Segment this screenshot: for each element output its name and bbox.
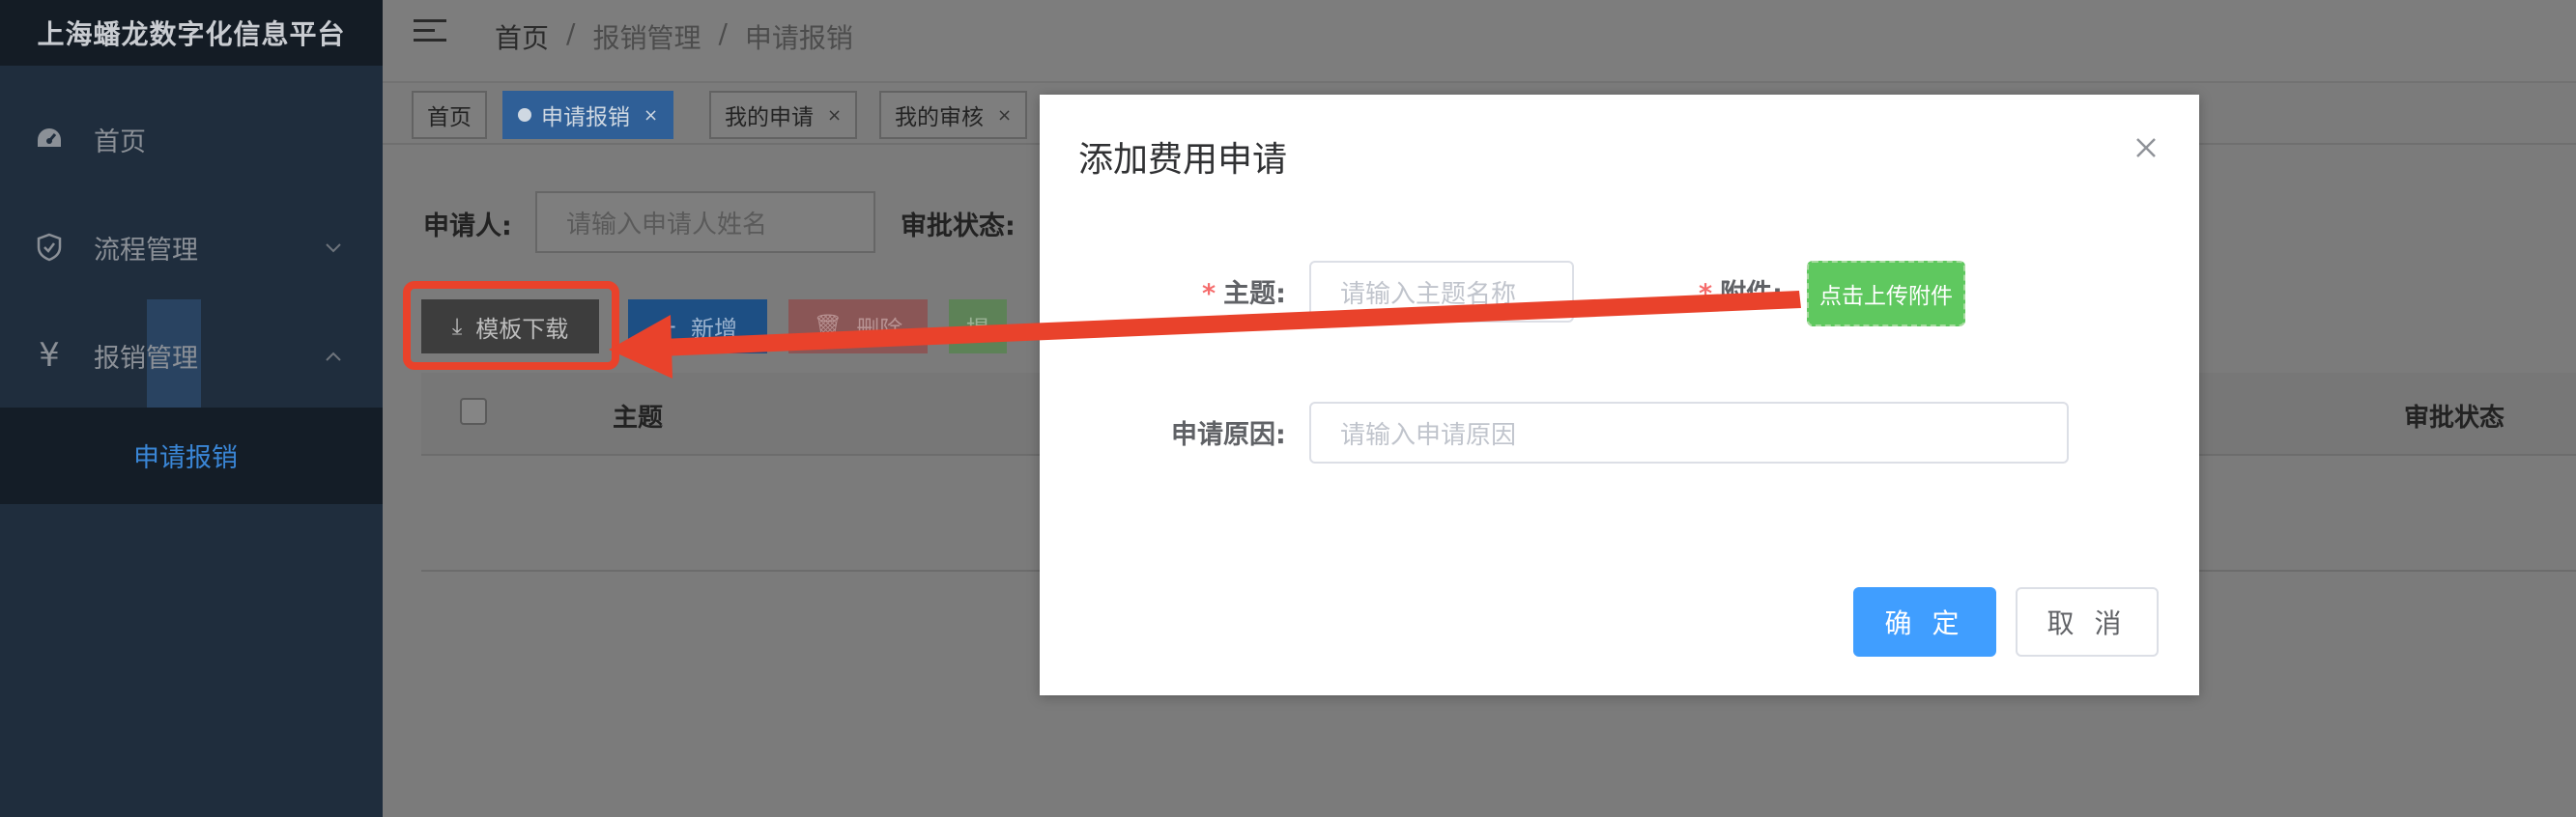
submit-button[interactable]: 提 (949, 299, 1007, 353)
tag-label: 我的审核 (895, 105, 984, 130)
confirm-button[interactable]: 确 定 (1853, 587, 1996, 657)
breadcrumb-item-home[interactable]: 首页 (495, 17, 549, 56)
add-expense-dialog: 添加费用申请 * 主题: 请输入主题名称 * 附件: 点击上传附件 申请原因: 请输… (1040, 95, 2199, 695)
close-icon[interactable]: × (997, 105, 1012, 126)
yen-icon: ¥ (39, 336, 60, 375)
dashboard-icon (33, 123, 66, 155)
close-icon[interactable] (2132, 133, 2161, 162)
reason-input[interactable]: 请输入申请原因 (1309, 402, 2069, 464)
close-icon[interactable]: × (827, 105, 842, 126)
sidebar-item-process[interactable]: 流程管理 (0, 209, 383, 286)
chevron-up-icon (325, 344, 342, 367)
sidebar-item-label: 流程管理 (94, 235, 198, 266)
submenu-item-apply-reimbursement[interactable]: 申请报销 (133, 437, 238, 474)
tag-label: 首页 (427, 105, 472, 130)
applicant-label: 申请人: (423, 211, 512, 241)
subject-input[interactable]: 请输入主题名称 (1309, 261, 1574, 323)
annotation-highlight-box (403, 281, 619, 370)
close-icon[interactable]: × (644, 105, 658, 126)
attachment-label-text: 附件: (1720, 279, 1783, 309)
sidebar-item-label: 首页 (94, 127, 146, 157)
status-label: 审批状态: (901, 211, 1016, 241)
tag-apply-reimbursement[interactable]: 申请报销 × (502, 91, 674, 139)
tag-label: 我的申请 (725, 105, 814, 130)
sidebar-item-reimbursement[interactable]: ¥ 报销管理 (0, 317, 383, 394)
app-logo: 上海蟠龙数字化信息平台 (0, 0, 383, 66)
trash-icon: 🗑 (813, 313, 844, 340)
tag-label: 申请报销 (541, 105, 630, 130)
button-label: 新增 (691, 315, 738, 343)
tag-home[interactable]: 首页 (412, 91, 487, 139)
breadcrumb-item-reimbursement[interactable]: 报销管理 (592, 17, 701, 56)
submenu: 申请报销 (0, 408, 383, 504)
hamburger-icon[interactable] (414, 19, 448, 48)
upload-attachment-button[interactable]: 点击上传附件 (1807, 261, 1965, 326)
sidebar-item-label: 报销管理 (94, 343, 198, 374)
required-asterisk: * (1202, 279, 1216, 309)
add-button[interactable]: + 新增 (628, 299, 767, 353)
active-dot-icon (518, 108, 531, 122)
delete-button[interactable]: 🗑 删除 (788, 299, 928, 353)
subject-label-text: 主题: (1223, 279, 1286, 309)
breadcrumb: 首页 / 报销管理 / 申请报销 (495, 17, 853, 56)
subject-label: * 主题: (1202, 272, 1286, 310)
attachment-label: * 附件: (1699, 272, 1783, 310)
column-header-status: 审批状态 (2404, 404, 2505, 433)
breadcrumb-separator: / (566, 17, 576, 49)
breadcrumb-separator: / (718, 17, 728, 49)
reason-label: 申请原因: (1171, 420, 1286, 450)
applicant-search-input[interactable]: 请输入申请人姓名 (535, 191, 875, 253)
shield-icon (33, 231, 66, 264)
app-root: 上海蟠龙数字化信息平台 首页 流程管理 ¥ 报销管理 申请报销 首页 / 报销管… (0, 0, 2576, 817)
tag-my-reviews[interactable]: 我的审核 × (879, 91, 1028, 139)
required-asterisk: * (1699, 279, 1713, 309)
breadcrumb-item-current: 申请报销 (744, 22, 853, 54)
tag-my-applications[interactable]: 我的申请 × (709, 91, 858, 139)
sidebar: 上海蟠龙数字化信息平台 首页 流程管理 ¥ 报销管理 申请报销 (0, 0, 383, 817)
chevron-down-icon (325, 236, 342, 259)
cancel-button[interactable]: 取 消 (2016, 587, 2159, 657)
column-header-subject: 主题 (613, 404, 664, 433)
button-label: 删除 (856, 315, 903, 343)
dialog-title: 添加费用申请 (1078, 140, 1288, 180)
button-label: 提 (966, 315, 989, 343)
sidebar-item-home[interactable]: 首页 (0, 100, 383, 178)
select-all-checkbox[interactable] (460, 398, 487, 425)
plus-icon: + (657, 313, 678, 340)
navbar: 首页 / 报销管理 / 申请报销 (383, 0, 2576, 83)
